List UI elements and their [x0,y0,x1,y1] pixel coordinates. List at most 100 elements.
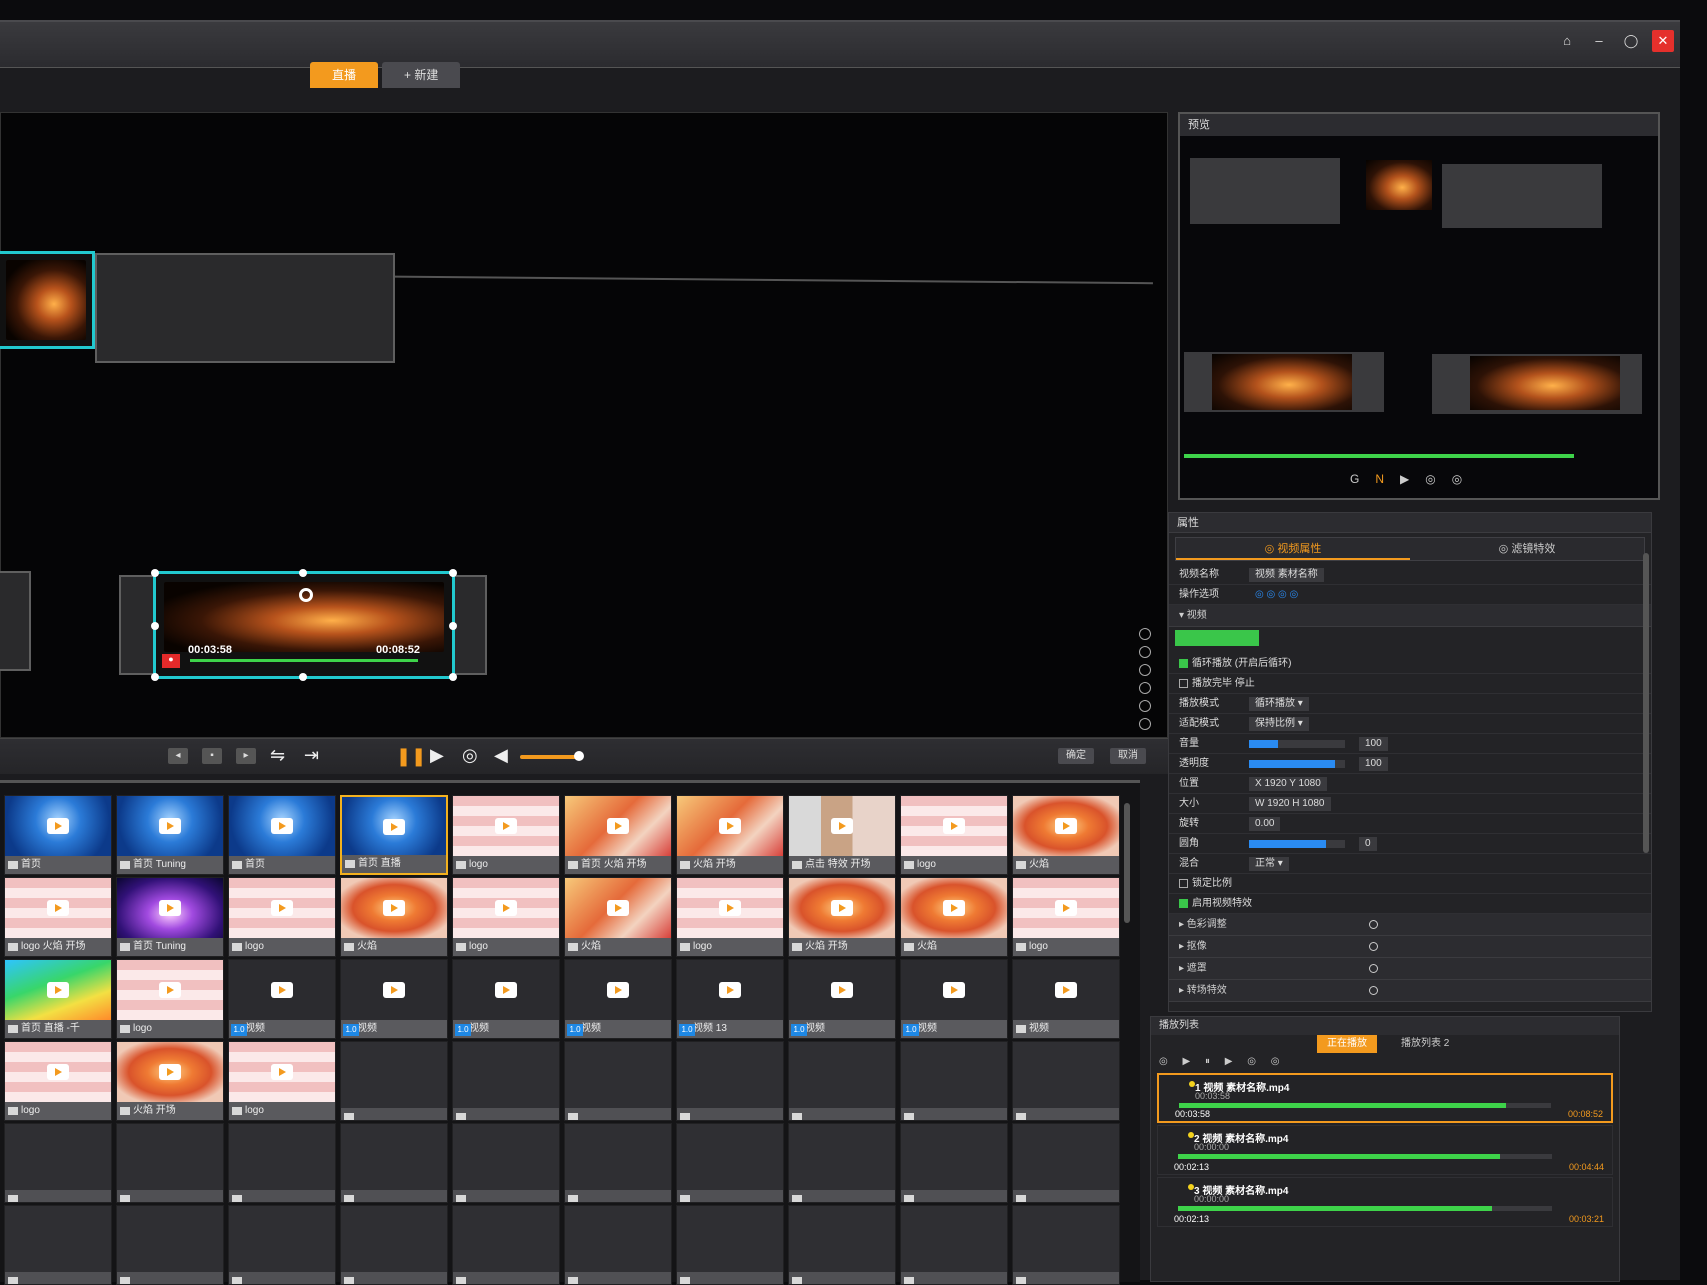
media-item[interactable]: 视频 13 1.0 [676,959,784,1039]
media-item[interactable] [452,1123,560,1203]
media-item[interactable] [228,1205,336,1285]
tab-now-playing[interactable]: 正在播放 [1317,1035,1377,1053]
media-item[interactable]: logo [452,877,560,957]
setting-value[interactable]: X 1920 Y 1080 [1249,777,1327,791]
checkbox[interactable] [1179,898,1188,908]
media-item[interactable] [116,1123,224,1203]
tab-live[interactable]: 直播 [310,62,379,88]
media-item[interactable]: 视频 1.0 [228,959,336,1039]
resize-handle[interactable] [449,673,457,681]
media-item[interactable] [340,1123,448,1203]
stop-button[interactable]: ◎ [462,745,478,766]
setting-slider[interactable] [1249,760,1345,768]
restore-icon[interactable]: ◯ [1620,30,1642,52]
setting-value[interactable]: 循环播放 ▾ [1249,697,1309,711]
playlist-toolbar[interactable]: ◎ ▶ ⏸ ▶ ◎ ◎ [1151,1053,1619,1071]
media-item[interactable]: 火焰 [340,877,448,957]
resize-handle[interactable] [151,622,159,630]
checkbox[interactable] [1179,878,1188,888]
media-item[interactable] [564,1205,672,1285]
check-row[interactable]: 播放完毕 停止 [1169,674,1651,694]
tab-video-properties[interactable]: ◎ 视频属性 [1176,538,1410,560]
minimize-icon[interactable]: – [1588,30,1610,52]
close-icon[interactable]: ✕ [1652,30,1674,52]
tab-playlist-2[interactable]: 播放列表 2 [1391,1035,1459,1053]
media-item[interactable] [228,1123,336,1203]
media-item[interactable]: 视频 1.0 [340,959,448,1039]
media-item[interactable]: logo [116,959,224,1039]
play-button[interactable]: ▶ [430,745,444,766]
volume-knob[interactable] [574,751,584,761]
media-item[interactable]: 火焰 开场 [116,1041,224,1121]
tool-icon[interactable] [1139,646,1151,658]
tool-icon[interactable] [1139,718,1151,730]
play-status-button[interactable] [1175,630,1259,646]
setting-value[interactable]: 100 [1359,737,1388,751]
preview-tool-icon[interactable]: ◎ [1452,472,1462,486]
volume-icon[interactable]: ◀ [494,745,508,766]
media-item[interactable]: 首页 [228,795,336,875]
media-item[interactable] [452,1205,560,1285]
next-frame-button[interactable]: ▸ [236,748,256,764]
media-item[interactable]: logo [900,795,1008,875]
media-item[interactable]: 首页 Tuning [116,877,224,957]
volume-slider[interactable] [520,755,580,759]
media-item[interactable]: logo [4,1041,112,1121]
media-item[interactable]: 火焰 [900,877,1008,957]
media-item[interactable] [564,1123,672,1203]
media-item[interactable] [900,1205,1008,1285]
media-item[interactable]: logo [228,1041,336,1121]
prop-value[interactable]: ◎ ◎ ◎ ◎ [1249,588,1304,602]
resize-handle[interactable] [151,673,159,681]
setting-value[interactable]: 0.00 [1249,817,1281,831]
media-item[interactable]: 火焰 开场 [676,795,784,875]
resize-handle[interactable] [449,622,457,630]
media-item[interactable]: 视频 1.0 [900,959,1008,1039]
selected-layer-bottom[interactable]: 00:03:58 00:08:52 ● [151,569,457,681]
media-item[interactable]: 火焰 开场 [788,877,896,957]
layer-box-top[interactable] [95,253,395,363]
media-item[interactable]: 首页 直播 -千 [4,959,112,1039]
media-item[interactable]: logo 火焰 开场 [4,877,112,957]
media-item[interactable] [788,1041,896,1121]
preview-tool-icon[interactable]: G [1350,472,1359,486]
tool-icon[interactable] [1139,628,1151,640]
section-mask[interactable]: ▸ 遮罩 [1169,958,1651,980]
media-item[interactable]: 视频 1.0 [564,959,672,1039]
check-row[interactable]: 启用视频特效 [1169,894,1651,914]
playlist-item[interactable]: 3 视频 素材名称.mp4 00:00:00 00:02:13 00:03:21 [1157,1177,1613,1227]
media-scrollbar[interactable] [1124,803,1130,923]
media-item[interactable] [1012,1205,1120,1285]
tool-icon[interactable] [1139,682,1151,694]
check-row[interactable]: 循环播放 (开启后循环) [1169,654,1651,674]
loop-icon[interactable]: ⇥ [304,745,319,766]
toggle-icon[interactable] [1369,964,1378,973]
media-item[interactable]: logo [676,877,784,957]
media-item[interactable] [340,1041,448,1121]
media-item[interactable]: logo [1012,877,1120,957]
rotate-handle[interactable] [299,588,313,602]
media-item[interactable] [676,1123,784,1203]
media-item[interactable]: 首页 Tuning [116,795,224,875]
playlist-progress-track[interactable] [1178,1154,1552,1159]
media-item[interactable] [788,1205,896,1285]
media-item[interactable]: 首页 直播 [340,795,448,875]
home-icon[interactable]: ⌂ [1556,30,1578,52]
selected-layer-top[interactable] [0,251,95,349]
resize-handle[interactable] [449,569,457,577]
setting-value[interactable]: 保持比例 ▾ [1249,717,1309,731]
media-item[interactable] [1012,1123,1120,1203]
props-scrollbar[interactable] [1643,553,1649,853]
frame-button[interactable]: ▪ [202,748,222,764]
resize-handle[interactable] [151,569,159,577]
media-item[interactable]: 视频 [1012,959,1120,1039]
section-color[interactable]: ▸ 色彩调整 [1169,914,1651,936]
media-item[interactable]: logo [452,795,560,875]
confirm-button[interactable]: 确定 [1058,748,1094,764]
media-item[interactable] [676,1041,784,1121]
resize-handle[interactable] [299,569,307,577]
playlist-progress-track[interactable] [1179,1103,1551,1108]
media-item[interactable] [676,1205,784,1285]
media-item[interactable] [900,1123,1008,1203]
setting-value[interactable]: 正常 ▾ [1249,857,1289,871]
